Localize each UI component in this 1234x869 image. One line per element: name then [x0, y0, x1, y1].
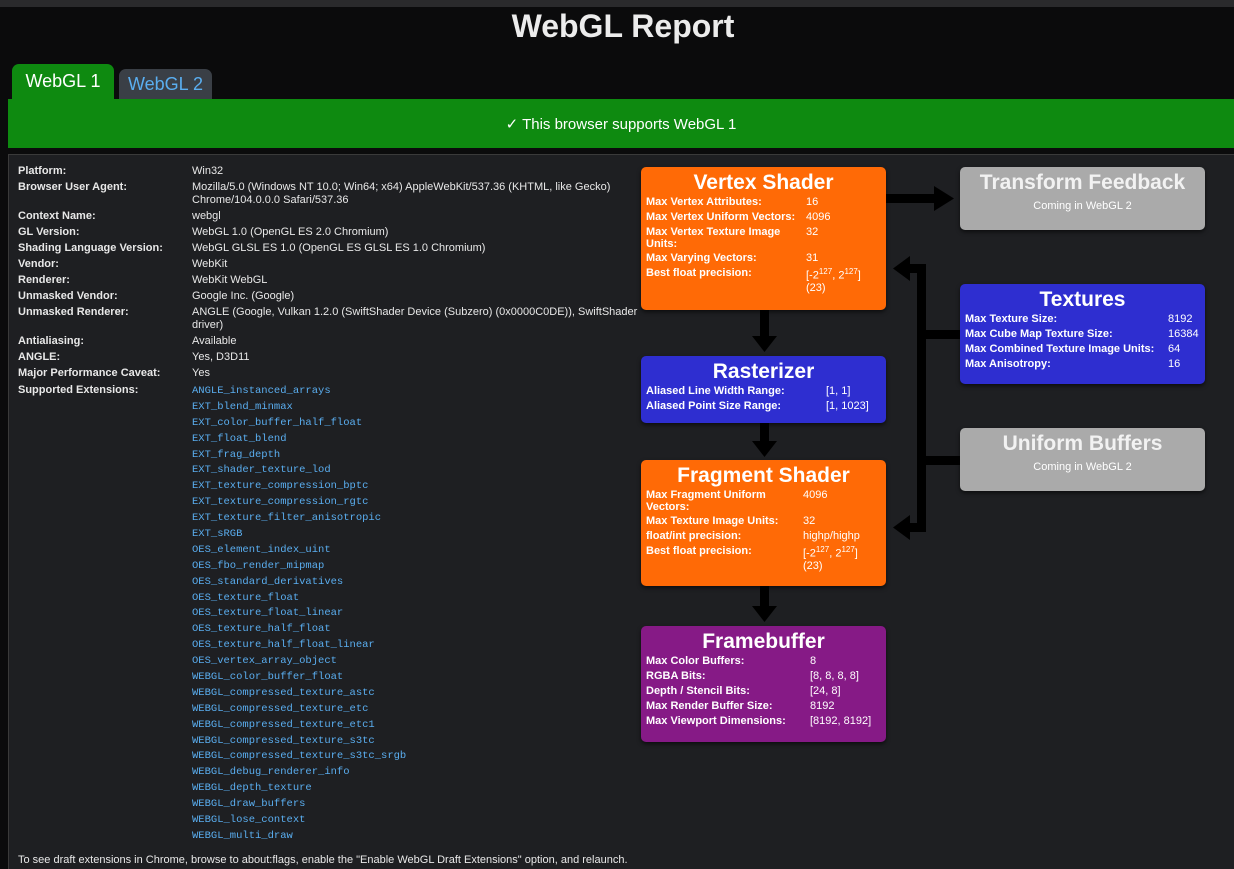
- extension-item[interactable]: WEBGL_compressed_texture_s3tc: [192, 734, 406, 750]
- extension-item[interactable]: EXT_texture_compression_bptc: [192, 479, 406, 495]
- info-row-performance-caveat: Major Performance Caveat: Yes: [18, 367, 210, 379]
- info-row-antialiasing: Antialiasing: Available: [18, 335, 237, 347]
- rasterizer-box: Rasterizer Aliased Line Width Range: [1, …: [641, 356, 886, 423]
- extension-item[interactable]: WEBGL_compressed_texture_astc: [192, 686, 406, 702]
- top-bar: [0, 0, 1234, 7]
- vertex-shader-box: Vertex Shader Max Vertex Attributes: 16 M…: [641, 167, 886, 310]
- info-row-user-agent: Browser User Agent: Mozilla/5.0 (Windows …: [18, 181, 611, 206]
- fragment-shader-box: Fragment Shader Max Fragment Uniform Vec…: [641, 460, 886, 586]
- extension-item[interactable]: WEBGL_compressed_texture_etc: [192, 702, 406, 718]
- extensions-list: ANGLE_instanced_arrays EXT_blend_minmax EX…: [192, 384, 406, 845]
- fb-row: Max Color Buffers: 8: [646, 655, 817, 667]
- info-table: Platform: Win32 Browser User Agent: Mozill…: [18, 165, 638, 400]
- extension-item[interactable]: OES_standard_derivatives: [192, 575, 406, 591]
- extension-item[interactable]: WEBGL_multi_draw: [192, 829, 406, 845]
- ra-row: Aliased Line Width Range: [1, 1]: [646, 385, 851, 397]
- extension-item[interactable]: WEBGL_depth_texture: [192, 781, 406, 797]
- extension-item[interactable]: EXT_texture_compression_rgtc: [192, 495, 406, 511]
- vs-row: Max Vertex Uniform Vectors: 4096: [646, 211, 831, 223]
- fs-row: Best float precision: [-2127, 2127] (23): [646, 545, 881, 572]
- extension-item[interactable]: EXT_sRGB: [192, 527, 406, 543]
- extension-item[interactable]: OES_texture_float_linear: [192, 606, 406, 622]
- transform-feedback-note: Coming in WebGL 2: [1033, 200, 1132, 212]
- info-row-shading-language: Shading Language Version: WebGL GLSL ES 1…: [18, 242, 486, 254]
- extension-item[interactable]: OES_vertex_array_object: [192, 654, 406, 670]
- extension-item[interactable]: OES_fbo_render_mipmap: [192, 559, 406, 575]
- framebuffer-title: Framebuffer: [702, 630, 825, 653]
- tx-row: Max Texture Size: 8192: [965, 313, 1193, 325]
- fs-row: float/int precision: highp/highp: [646, 530, 860, 542]
- transform-feedback-title: Transform Feedback: [979, 171, 1186, 194]
- info-row-context-name: Context Name: webgl: [18, 210, 221, 222]
- uniform-buffers-note: Coming in WebGL 2: [1033, 461, 1132, 473]
- info-row-unmasked-renderer: Unmasked Renderer: ANGLE (Google, Vulkan …: [18, 306, 638, 331]
- fs-row: Max Fragment Uniform Vectors: 4096: [646, 489, 828, 513]
- tx-row: Max Combined Texture Image Units: 64: [965, 343, 1181, 355]
- extension-item[interactable]: WEBGL_color_buffer_float: [192, 670, 406, 686]
- framebuffer-box: Framebuffer Max Color Buffers: 8 RGBA Bit…: [641, 626, 886, 742]
- vertex-shader-title: Vertex Shader: [693, 171, 834, 194]
- info-row-gl-version: GL Version: WebGL 1.0 (OpenGL ES 2.0 Chro…: [18, 226, 389, 238]
- tx-row: Max Cube Map Texture Size: 16384: [965, 328, 1199, 340]
- vs-row: Max Vertex Texture Image Units: 32: [646, 226, 819, 250]
- extension-item[interactable]: WEBGL_compressed_texture_s3tc_srgb: [192, 749, 406, 765]
- tab-webgl-1[interactable]: WebGL 1: [12, 64, 114, 99]
- extension-item[interactable]: WEBGL_debug_renderer_info: [192, 765, 406, 781]
- ra-row: Aliased Point Size Range: [1, 1023]: [646, 400, 869, 412]
- info-row-unmasked-vendor: Unmasked Vendor: Google Inc. (Google): [18, 290, 295, 302]
- extension-item[interactable]: ANGLE_instanced_arrays: [192, 384, 406, 400]
- fb-row: Max Render Buffer Size: 8192: [646, 700, 835, 712]
- transform-feedback-box: Transform Feedback Coming in WebGL 2: [960, 167, 1205, 230]
- tx-row: Max Anisotropy: 16: [965, 358, 1181, 370]
- vs-row: Best float precision: [-2127, 2127] (23): [646, 267, 881, 294]
- info-row-angle: ANGLE: Yes, D3D11: [18, 351, 250, 363]
- textures-title: Textures: [1039, 288, 1126, 311]
- uniform-buffers-title: Uniform Buffers: [1002, 432, 1163, 455]
- extension-item[interactable]: WEBGL_draw_buffers: [192, 797, 406, 813]
- textures-box: Textures Max Texture Size: 8192 Max Cube …: [960, 284, 1205, 384]
- fragment-shader-title: Fragment Shader: [677, 464, 850, 487]
- extension-item[interactable]: EXT_shader_texture_lod: [192, 463, 406, 479]
- draft-extensions-footnote: To see draft extensions in Chrome, brows…: [18, 854, 628, 866]
- extension-item[interactable]: OES_texture_half_float_linear: [192, 638, 406, 654]
- vs-float-precision: [-2127, 2127] (23): [806, 267, 861, 294]
- vs-row: Max Varying Vectors: 31: [646, 252, 819, 264]
- info-row-platform: Platform: Win32: [18, 165, 224, 177]
- extension-item[interactable]: EXT_texture_filter_anisotropic: [192, 511, 406, 527]
- extension-item[interactable]: OES_element_index_uint: [192, 543, 406, 559]
- support-banner: ✓ This browser supports WebGL 1: [8, 99, 1234, 148]
- fb-row: Depth / Stencil Bits: [24, 8]: [646, 685, 841, 697]
- info-row-vendor: Vendor: WebKit: [18, 258, 228, 270]
- extension-item[interactable]: EXT_float_blend: [192, 432, 406, 448]
- extension-item[interactable]: OES_texture_float: [192, 591, 406, 607]
- rasterizer-title: Rasterizer: [712, 360, 815, 383]
- extension-item[interactable]: EXT_blend_minmax: [192, 400, 406, 416]
- info-row-renderer: Renderer: WebKit WebGL: [18, 274, 268, 286]
- extension-item[interactable]: EXT_color_buffer_half_float: [192, 416, 406, 432]
- fb-row: RGBA Bits: [8, 8, 8, 8]: [646, 670, 859, 682]
- vs-row: Max Vertex Attributes: 16: [646, 196, 819, 208]
- extension-item[interactable]: WEBGL_lose_context: [192, 813, 406, 829]
- tab-webgl-2[interactable]: WebGL 2: [119, 69, 212, 99]
- uniform-buffers-box: Uniform Buffers Coming in WebGL 2: [960, 428, 1205, 491]
- fb-row: Max Viewport Dimensions: [8192, 8192]: [646, 715, 872, 727]
- fs-row: Max Texture Image Units: 32: [646, 515, 816, 527]
- extension-item[interactable]: EXT_frag_depth: [192, 448, 406, 464]
- extension-item[interactable]: WEBGL_compressed_texture_etc1: [192, 718, 406, 734]
- page-title: WebGL Report: [511, 8, 735, 44]
- fs-float-precision: [-2127, 2127] (23): [803, 545, 858, 572]
- extension-item[interactable]: OES_texture_half_float: [192, 622, 406, 638]
